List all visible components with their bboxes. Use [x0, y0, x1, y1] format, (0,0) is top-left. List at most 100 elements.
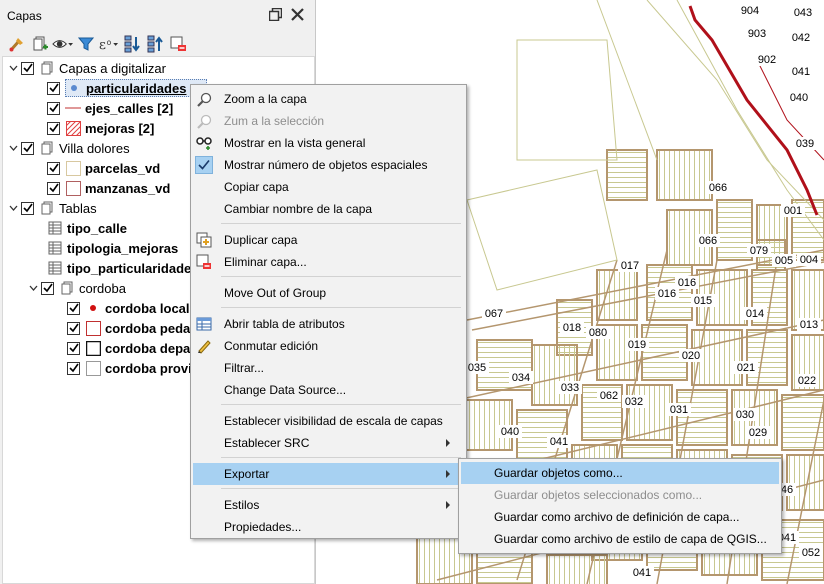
- menu-item-label: Mostrar número de objetos espaciales: [224, 158, 428, 172]
- parcel-label: 004: [800, 254, 818, 266]
- menu-item-rename-layer[interactable]: Cambiar nombre de la capa: [193, 198, 464, 220]
- table-row-tipo-particularidades[interactable]: tipo_particularidades: [47, 258, 198, 278]
- submenu-item-save-qgis-style[interactable]: Guardar como archivo de estilo de capa d…: [461, 528, 779, 550]
- add-group-icon[interactable]: [29, 34, 50, 54]
- parcel-label: 033: [561, 382, 579, 394]
- group-row-villa-dolores[interactable]: Villa dolores: [7, 138, 130, 158]
- submenu-item-label: Guardar como archivo de definición de ca…: [494, 510, 740, 524]
- parcel-label: 019: [628, 339, 646, 351]
- menu-item-filter[interactable]: Filtrar...: [193, 357, 464, 379]
- group-row-tablas[interactable]: Tablas: [7, 198, 97, 218]
- checkbox[interactable]: [67, 321, 80, 335]
- remove-layer-icon[interactable]: [167, 34, 188, 54]
- parcel-label: 902: [758, 54, 776, 66]
- undock-icon[interactable]: [267, 6, 283, 22]
- svg-text:ε: ε: [99, 37, 106, 51]
- layer-row-ejes-calles[interactable]: ejes_calles [2]: [47, 98, 173, 118]
- checkbox[interactable]: [47, 101, 60, 115]
- parcel-label: 041: [633, 567, 651, 579]
- point-symbol-icon: [85, 300, 101, 316]
- checkmark-icon: [195, 156, 213, 174]
- parcel-label: 067: [485, 308, 503, 320]
- submenu-item-save-layer-definition[interactable]: Guardar como archivo de definición de ca…: [461, 506, 779, 528]
- parcel-block: [781, 394, 824, 451]
- submenu-item-save-selected-as[interactable]: Guardar objetos seleccionados como...: [461, 484, 779, 506]
- menu-item-set-crs[interactable]: Establecer SRC: [193, 432, 464, 454]
- checkbox[interactable]: [67, 301, 80, 315]
- menu-item-scale-visibility[interactable]: Establecer visibilidad de escala de capa…: [193, 410, 464, 432]
- checkbox[interactable]: [41, 281, 54, 295]
- checkbox[interactable]: [21, 61, 34, 75]
- menu-item-change-data-source[interactable]: Change Data Source...: [193, 379, 464, 401]
- road-edge-line: [596, 0, 658, 161]
- menu-item-duplicate-layer[interactable]: Duplicar capa: [193, 229, 464, 251]
- group-row-cordoba[interactable]: cordoba: [27, 278, 126, 298]
- menu-item-show-overview[interactable]: Mostrar en la vista general: [193, 132, 464, 154]
- group-icon: [59, 280, 75, 296]
- menu-item-zoom-layer[interactable]: Zoom a la capa: [193, 88, 464, 110]
- parcel-label: 041: [550, 436, 568, 448]
- collapse-all-icon[interactable]: [144, 34, 165, 54]
- pencil-icon: [196, 338, 212, 354]
- parcel-block: [716, 199, 753, 261]
- checkbox[interactable]: [67, 341, 80, 355]
- table-row-tipologia[interactable]: tipologia_mejoras: [47, 238, 178, 258]
- collapse-chevron-icon[interactable]: [7, 58, 19, 78]
- remove-layer-icon: [196, 254, 212, 270]
- checkbox[interactable]: [47, 161, 60, 175]
- open-layer-styling-icon[interactable]: [6, 34, 27, 54]
- polygon-symbol-icon: [85, 360, 101, 376]
- group-row-digitalizar[interactable]: Capas a digitalizar: [7, 58, 166, 78]
- parcel-label: 029: [749, 427, 767, 439]
- parcel-label: 001: [784, 205, 802, 217]
- submenu-item-save-features-as[interactable]: Guardar objetos como...: [461, 462, 779, 484]
- expand-all-icon[interactable]: [121, 34, 142, 54]
- layer-row-particularidades[interactable]: particularidades: [47, 78, 208, 98]
- parcel-outline: [516, 39, 618, 161]
- checkbox[interactable]: [47, 181, 60, 195]
- checkbox[interactable]: [47, 81, 60, 95]
- checkbox[interactable]: [21, 201, 34, 215]
- menu-item-styles[interactable]: Estilos: [193, 494, 464, 516]
- filter-legend-icon[interactable]: [75, 34, 96, 54]
- menu-item-label: Zoom a la capa: [224, 92, 307, 106]
- menu-item-copy-layer[interactable]: Copiar capa: [193, 176, 464, 198]
- close-icon[interactable]: [289, 6, 305, 22]
- menu-separator: [221, 223, 461, 224]
- parcel-label: 031: [670, 404, 688, 416]
- table-icon: [47, 220, 63, 236]
- collapse-chevron-icon[interactable]: [27, 278, 39, 298]
- table-label: tipo_particularidades: [67, 260, 199, 276]
- filter-expression-icon[interactable]: εo: [98, 34, 119, 54]
- collapse-chevron-icon[interactable]: [7, 198, 19, 218]
- selected-layer-item[interactable]: particularidades: [65, 79, 208, 97]
- layer-row-mejoras[interactable]: mejoras [2]: [47, 118, 154, 138]
- parcel-label: 022: [798, 375, 816, 387]
- menu-item-open-attribute-table[interactable]: Abrir tabla de atributos: [193, 313, 464, 335]
- collapse-chevron-icon[interactable]: [7, 138, 19, 158]
- parcel-label: 041: [792, 66, 810, 78]
- parcel-label: 066: [699, 235, 717, 247]
- visibility-eye-icon[interactable]: [52, 34, 73, 54]
- menu-item-show-feature-count[interactable]: Mostrar número de objetos espaciales: [193, 154, 464, 176]
- menu-item-move-out-group[interactable]: Move Out of Group: [193, 282, 464, 304]
- submenu-item-label: Guardar como archivo de estilo de capa d…: [494, 532, 767, 546]
- parcel-label: 034: [512, 372, 530, 384]
- group-label: Capas a digitalizar: [59, 60, 166, 76]
- parcel-label: 039: [796, 138, 814, 150]
- layer-row-manzanas[interactable]: manzanas_vd: [47, 178, 170, 198]
- parcel-label: 016: [678, 277, 696, 289]
- menu-item-remove-layer[interactable]: Eliminar capa...: [193, 251, 464, 273]
- checkbox[interactable]: [21, 141, 34, 155]
- table-row-tipo-calle[interactable]: tipo_calle: [47, 218, 127, 238]
- menu-item-export[interactable]: Exportar: [193, 463, 464, 485]
- menu-item-toggle-editing[interactable]: Conmutar edición: [193, 335, 464, 357]
- menu-item-properties[interactable]: Propiedades...: [193, 516, 464, 538]
- parcel-label: 040: [501, 426, 519, 438]
- menu-item-zoom-selection[interactable]: Zum a la selección: [193, 110, 464, 132]
- checkbox[interactable]: [67, 361, 80, 375]
- menu-item-label: Mostrar en la vista general: [224, 136, 366, 150]
- layer-row-parcelas[interactable]: parcelas_vd: [47, 158, 160, 178]
- menu-item-label: Estilos: [224, 498, 260, 512]
- checkbox[interactable]: [47, 121, 60, 135]
